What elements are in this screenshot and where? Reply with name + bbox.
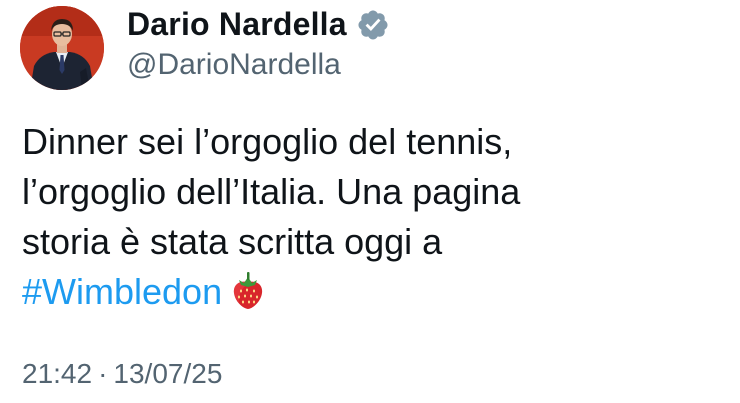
tweet-date: 13/07/25 [113, 358, 223, 389]
profile-photo-icon [20, 6, 104, 90]
user-handle[interactable]: @DarioNardella [127, 48, 341, 82]
meta-separator: · [98, 358, 108, 389]
display-name[interactable]: Dario Nardella [127, 6, 390, 43]
strawberry-icon [230, 270, 266, 310]
display-name-text: Dario Nardella [127, 6, 347, 42]
hashtag-link[interactable]: #Wimbledon [22, 271, 222, 312]
tweet-text-line: storia è stata scritta oggi a [22, 221, 443, 262]
tweet-time: 21:42 [22, 358, 93, 389]
tweet-timestamp[interactable]: 21:42 · 13/07/25 [22, 358, 222, 390]
avatar[interactable] [20, 6, 104, 90]
tweet-text-line: Dinner sei l’orgoglio del tennis, [22, 121, 513, 162]
tweet-card: Dario Nardella @DarioNardella Dinner sei… [0, 0, 740, 403]
verified-badge-icon [356, 8, 390, 42]
tweet-text: Dinner sei l’orgoglio del tennis, l’orgo… [22, 117, 722, 317]
tweet-text-line: l’orgoglio dell’Italia. Una pagina [22, 171, 521, 212]
tweet-text-line-last: #Wimbledon [22, 267, 722, 317]
